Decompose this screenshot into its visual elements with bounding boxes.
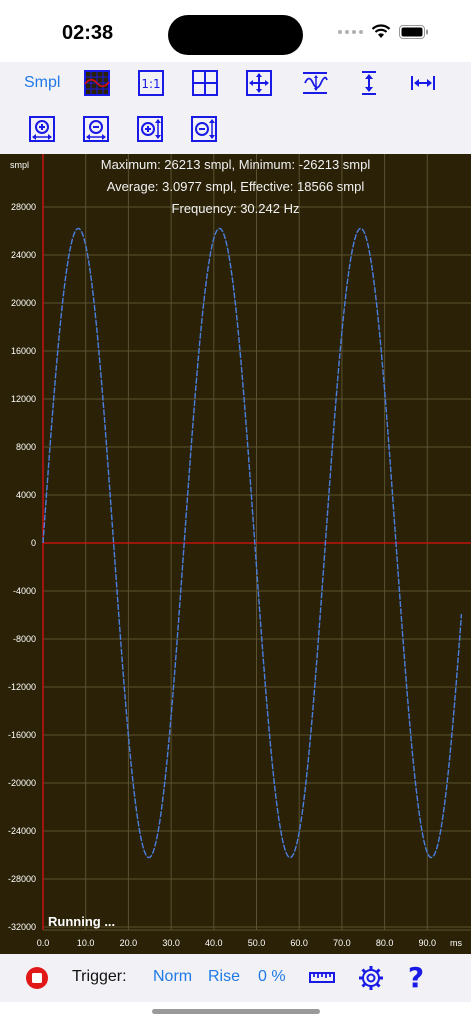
trigger-mode-button[interactable]: Norm <box>153 968 192 986</box>
zoom-in-horizontal-button[interactable] <box>29 116 55 142</box>
trigger-level-button[interactable]: 0 % <box>258 968 286 986</box>
x-tick-label: 0.0 <box>37 938 50 948</box>
acquisition-status: Running ... <box>48 914 116 929</box>
y-tick-label: -12000 <box>8 682 36 692</box>
scale-1to1-button[interactable]: 1:1 <box>138 70 164 96</box>
measure-button[interactable] <box>309 967 335 992</box>
measurement-max-min: Maximum: 26213 smpl, Minimum: -26213 smp… <box>100 157 371 172</box>
y-tick-label: 0 <box>31 538 36 548</box>
horizontal-fit-button[interactable] <box>410 70 436 96</box>
status-icons <box>338 24 429 39</box>
auto-scale-wave-icon <box>303 72 328 94</box>
cellular-icon <box>338 29 363 34</box>
quad-grid-icon <box>192 70 218 96</box>
y-tick-label: 20000 <box>11 298 36 308</box>
y-tick-label: -24000 <box>8 826 36 836</box>
y-tick-label: -8000 <box>13 634 36 644</box>
vertical-fit-button[interactable] <box>356 70 382 96</box>
x-tick-label: 30.0 <box>162 938 180 948</box>
y-tick-label: -16000 <box>8 730 36 740</box>
measurement-average-effective: Average: 3.0977 smpl, Effective: 18566 s… <box>106 179 365 194</box>
zoom-out-vertical-icon <box>191 116 217 142</box>
y-tick-label: -20000 <box>8 778 36 788</box>
split-view-button[interactable] <box>192 70 218 96</box>
waveform-chart: 2800024000200001600012000800040000-4000-… <box>8 154 471 948</box>
home-indicator <box>152 1009 320 1014</box>
settings-button[interactable] <box>358 965 384 996</box>
y-tick-label: 12000 <box>11 394 36 404</box>
x-tick-label: 90.0 <box>419 938 437 948</box>
zoom-out-horizontal-button[interactable] <box>83 116 109 142</box>
one-to-one-icon: 1:1 <box>138 70 164 96</box>
toolbar <box>0 62 471 154</box>
stop-icon <box>26 967 48 989</box>
x-unit-label: ms <box>450 938 462 948</box>
vertical-arrows-icon <box>362 71 376 95</box>
ruler-icon <box>309 972 335 983</box>
x-tick-label: 80.0 <box>376 938 394 948</box>
units-button[interactable]: Smpl <box>24 74 60 92</box>
y-tick-label: 24000 <box>11 250 36 260</box>
y-tick-label: -32000 <box>8 922 36 932</box>
move-arrows-icon <box>246 70 272 96</box>
oscilloscope-display[interactable]: 28000 24000 20000 16000 12000 8000 4000 0 -4000-… <box>0 154 471 954</box>
zoom-in-vertical-icon <box>137 116 163 142</box>
wifi-icon <box>371 24 391 38</box>
zoom-in-horizontal-icon <box>29 116 55 142</box>
dynamic-island <box>168 15 303 55</box>
svg-text:1:1: 1:1 <box>141 77 160 91</box>
trigger-label: Trigger: <box>72 968 127 985</box>
y-tick-label: -28000 <box>8 874 36 884</box>
zoom-out-horizontal-icon <box>83 116 109 142</box>
measurement-frequency: Frequency: 30.242 Hz <box>171 201 300 216</box>
svg-text:?: ? <box>408 962 424 992</box>
grid-color-button[interactable] <box>84 70 110 96</box>
bottom-bar: Trigger: Norm Rise 0 % ? <box>0 954 471 1002</box>
battery-icon <box>399 24 428 39</box>
y-tick-label: 4000 <box>16 490 36 500</box>
auto-scale-button[interactable] <box>302 70 328 96</box>
zoom-in-vertical-button[interactable] <box>137 116 163 142</box>
gear-icon <box>359 966 383 990</box>
stop-button[interactable] <box>24 965 50 996</box>
status-time: 02:38 <box>62 22 114 44</box>
x-tick-label: 10.0 <box>77 938 95 948</box>
help-button[interactable]: ? <box>404 961 428 997</box>
zoom-out-vertical-button[interactable] <box>191 116 217 142</box>
x-tick-label: 60.0 <box>290 938 308 948</box>
y-tick-label: -4000 <box>13 586 36 596</box>
x-tick-label: 20.0 <box>120 938 138 948</box>
question-mark-icon: ? <box>408 961 424 994</box>
x-tick-label: 70.0 <box>333 938 351 948</box>
color-grid-icon <box>84 70 110 96</box>
horizontal-arrows-icon <box>411 76 435 90</box>
pan-button[interactable] <box>246 70 272 96</box>
y-tick-label: 8000 <box>16 442 36 452</box>
x-tick-label: 40.0 <box>205 938 223 948</box>
x-tick-label: 50.0 <box>248 938 266 948</box>
y-tick-label: 16000 <box>11 346 36 356</box>
status-bar: 02:38 <box>0 0 471 62</box>
trigger-edge-button[interactable]: Rise <box>208 968 240 986</box>
